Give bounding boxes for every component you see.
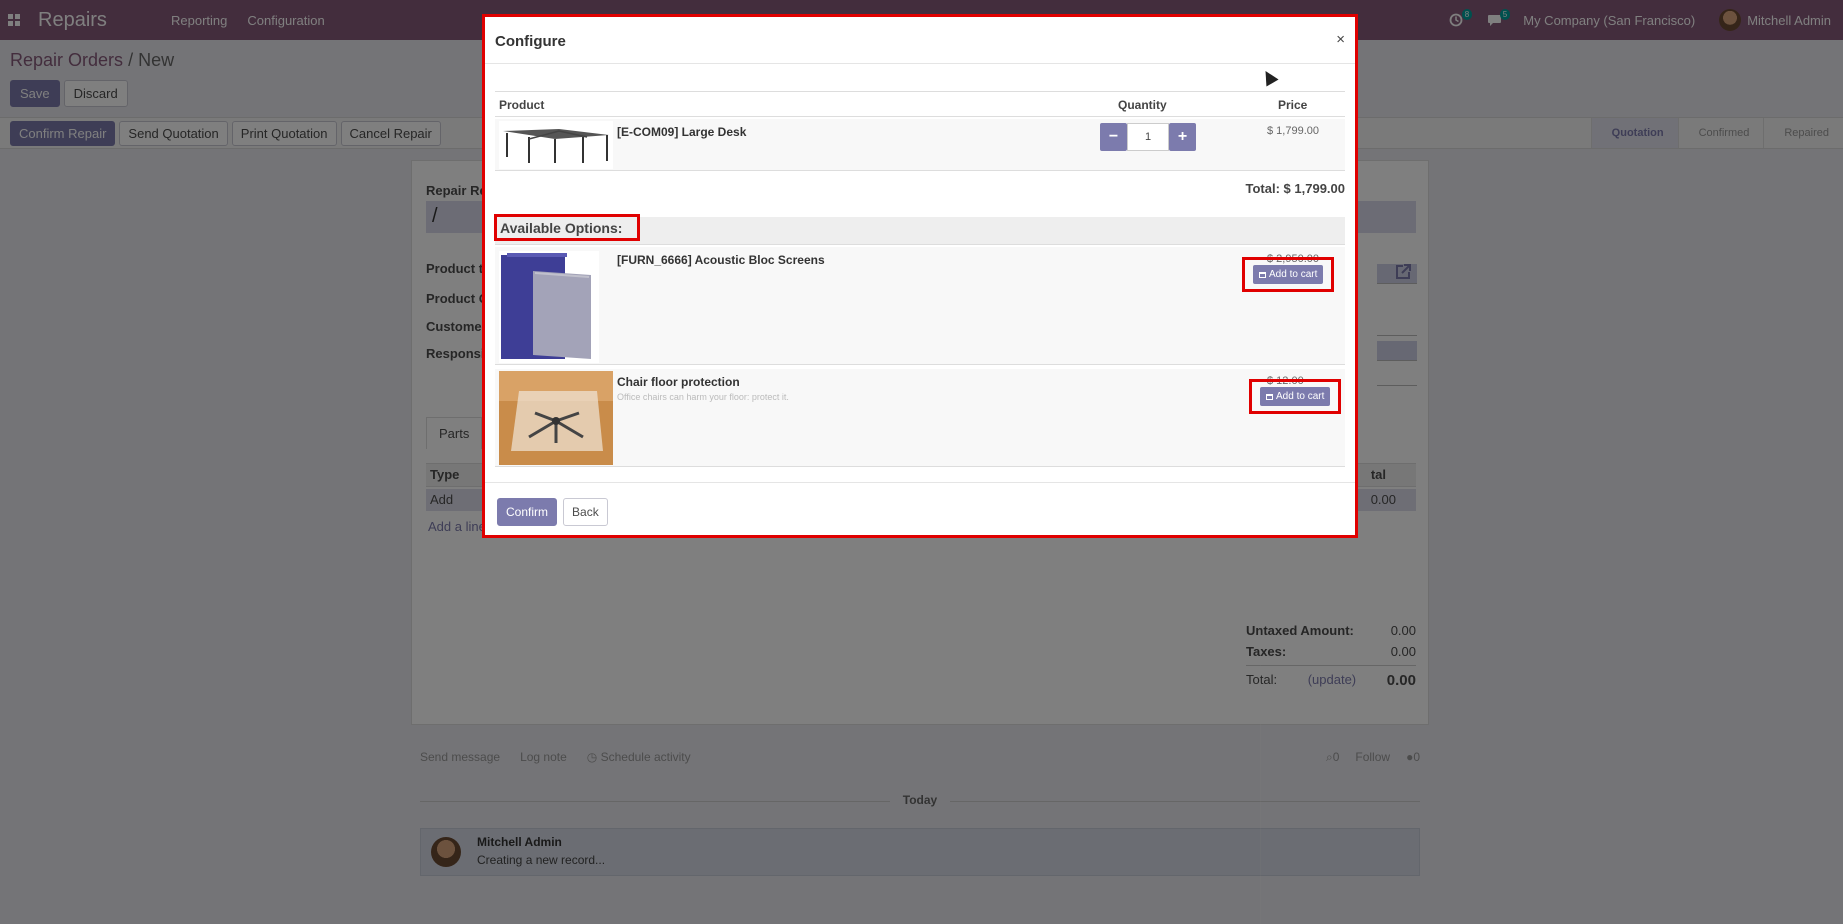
quantity-stepper: − +	[1100, 123, 1196, 151]
main-product-row: [E-COM09] Large Desk − + $ 1,799.00	[495, 119, 1345, 171]
floor-protection-image	[499, 371, 613, 465]
dialog-header: Configure ×	[485, 17, 1355, 64]
configure-total: Total: $ 1,799.00	[1245, 181, 1345, 196]
cart-icon	[1259, 271, 1266, 278]
add-to-cart-label: Add to cart	[1269, 269, 1318, 280]
large-desk-image	[499, 121, 613, 169]
option-name: Chair floor protection	[617, 375, 740, 389]
option-row: Chair floor protection Office chairs can…	[495, 369, 1345, 467]
add-to-cart-highlight: Add to cart	[1242, 257, 1335, 292]
acoustic-screens-image	[499, 251, 599, 363]
option-name: [FURN_6666] Acoustic Bloc Screens	[617, 253, 825, 267]
quantity-column-header: Quantity	[1118, 98, 1167, 112]
decrease-quantity-button[interactable]: −	[1100, 123, 1127, 151]
add-to-cart-highlight: Add to cart	[1249, 379, 1342, 414]
option-description: Office chairs can harm your floor: prote…	[617, 392, 789, 402]
price-column-header: Price	[1278, 98, 1308, 112]
increase-quantity-button[interactable]: +	[1169, 123, 1196, 151]
configure-table-header: Product Quantity Price	[495, 91, 1345, 117]
back-button[interactable]: Back	[563, 498, 608, 526]
available-options-header: Available Options:	[494, 214, 1345, 245]
confirm-button[interactable]: Confirm	[497, 498, 558, 526]
quantity-input[interactable]	[1127, 123, 1169, 151]
add-to-cart-button[interactable]: Add to cart	[1253, 265, 1324, 284]
cart-icon	[1266, 393, 1273, 400]
product-column-header: Product	[499, 98, 545, 112]
add-to-cart-label: Add to cart	[1276, 391, 1325, 402]
configure-dialog: Configure × Product Quantity Price [E-CO…	[482, 14, 1358, 538]
available-options-title: Available Options:	[494, 214, 641, 241]
option-row: [FURN_6666] Acoustic Bloc Screens $ 2,95…	[495, 247, 1345, 365]
main-product-price: $ 1,799.00	[1267, 125, 1319, 137]
main-product-name: [E-COM09] Large Desk	[617, 125, 747, 139]
close-icon[interactable]: ×	[1336, 31, 1345, 48]
dialog-footer: Confirm Back	[485, 482, 1355, 538]
add-to-cart-button[interactable]: Add to cart	[1260, 387, 1331, 406]
dialog-title: Configure	[495, 33, 566, 50]
